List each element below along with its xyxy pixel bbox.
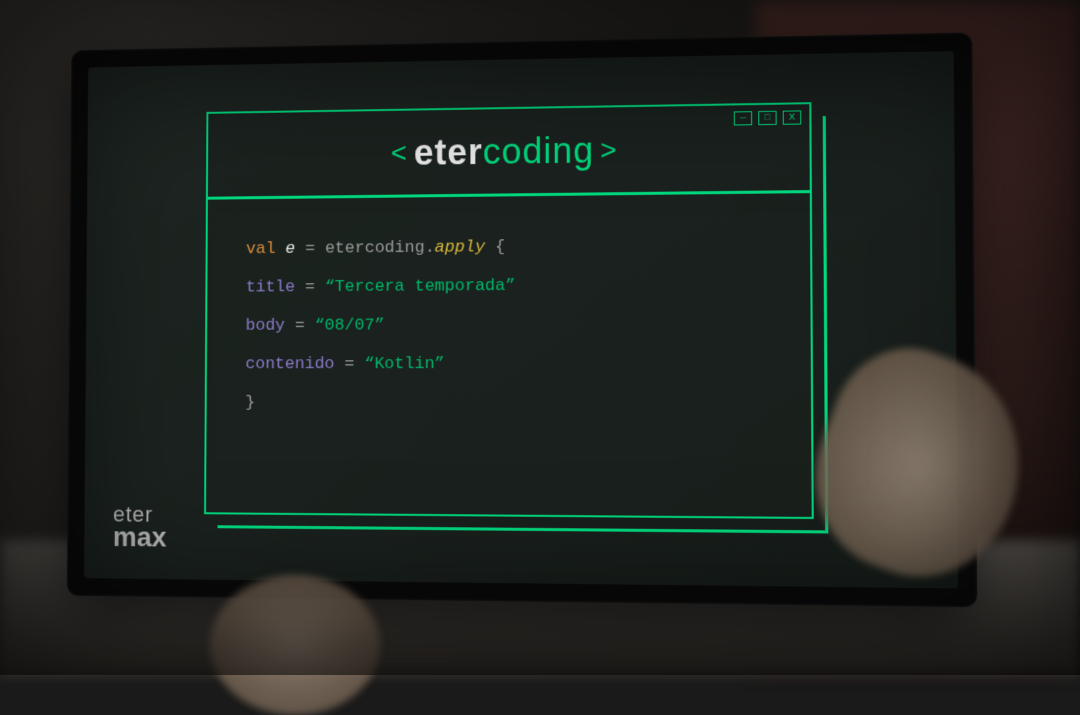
etermax-logo: eter max xyxy=(113,505,167,550)
maximize-icon xyxy=(758,111,776,125)
variable-e: e xyxy=(285,240,295,259)
code-line-5: } xyxy=(245,384,770,424)
prop-title: title xyxy=(246,278,295,297)
brace-close: } xyxy=(245,394,255,413)
minimize-icon xyxy=(734,111,752,125)
code-line-2: title = “Tercera temporada” xyxy=(246,265,770,307)
keyword-val: val xyxy=(246,240,276,259)
string-contenido: “Kotlin” xyxy=(364,355,444,374)
brand-title: < etercoding > xyxy=(391,129,618,174)
operator-equals: = xyxy=(344,356,354,375)
code-window: < etercoding > val e = xyxy=(204,102,814,519)
code-line-4: contenido = “Kotlin” xyxy=(245,345,769,385)
bracket-close-icon: > xyxy=(600,134,617,166)
logo-line2: max xyxy=(113,524,167,549)
scene: < etercoding > val e = xyxy=(0,0,1080,675)
string-title: “Tercera temporada” xyxy=(325,277,516,297)
window-frame: < etercoding > val e = xyxy=(204,102,814,519)
code-line-1: val e = etercoding.apply { xyxy=(246,226,769,269)
operator-equals: = xyxy=(305,278,315,297)
object-etercoding: etercoding xyxy=(325,239,425,259)
prop-body: body xyxy=(246,317,286,336)
brand-part1: eter xyxy=(414,131,483,172)
window-controls xyxy=(734,110,801,125)
close-icon xyxy=(783,110,802,124)
operator-equals: = xyxy=(305,240,315,259)
brace-open: { xyxy=(495,238,505,257)
operator-equals: = xyxy=(295,317,305,336)
hand-left xyxy=(210,575,380,715)
bracket-open-icon: < xyxy=(391,137,408,169)
brand-part2: coding xyxy=(483,129,595,171)
code-line-3: body = “08/07” xyxy=(245,305,769,346)
method-apply: apply xyxy=(435,238,485,257)
prop-contenido: contenido xyxy=(245,356,334,375)
code-area: val e = etercoding.apply { title = “Terc… xyxy=(206,193,811,445)
dot-operator: . xyxy=(425,239,435,258)
window-titlebar: < etercoding > xyxy=(208,104,810,199)
string-body: “08/07” xyxy=(315,317,385,336)
